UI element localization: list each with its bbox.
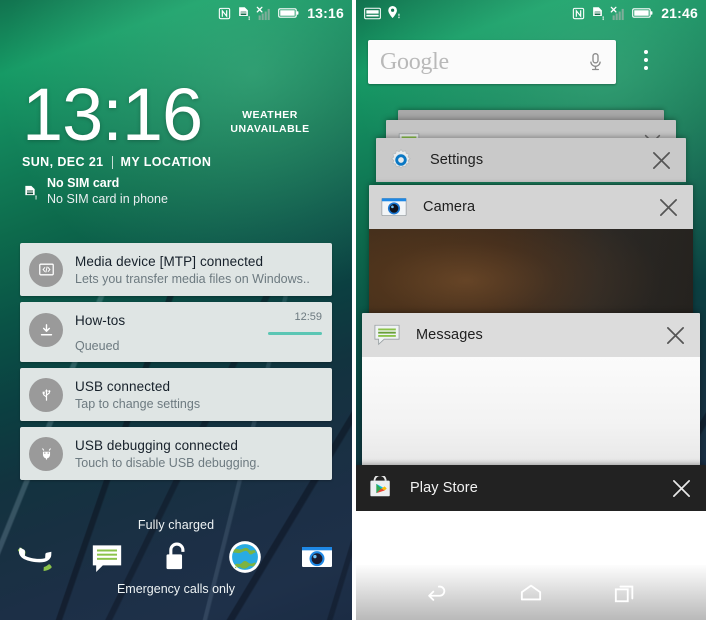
recent-apps-stack: Settings Camera Messages Play Store: [356, 0, 706, 620]
notification-subtitle: Queued: [75, 339, 120, 353]
location-alert-icon: [387, 5, 401, 21]
date-text: SUN, DEC 21: [22, 155, 104, 169]
navigation-bar: [356, 565, 706, 620]
date-number: 21: [88, 155, 104, 169]
notification-time: 12:59: [294, 311, 322, 323]
recents-card-camera[interactable]: Camera: [369, 185, 693, 323]
close-icon[interactable]: [658, 197, 679, 218]
emergency-calls-text[interactable]: Emergency calls only: [0, 582, 352, 596]
right-status-time: 21:46: [661, 5, 698, 21]
location-text: MY LOCATION: [120, 155, 212, 169]
signal-no-service-icon: [256, 6, 273, 21]
google-search-bar[interactable]: Google: [368, 40, 616, 84]
notification-media-device[interactable]: Media device [MTP] connected Lets you tr…: [20, 243, 332, 296]
notification-title: How-tos: [75, 313, 126, 328]
recents-card-title: Camera: [423, 199, 476, 215]
notification-title: Media device [MTP] connected: [75, 253, 264, 269]
sim-alert-icon: [590, 6, 605, 21]
notification-how-tos[interactable]: How-tos Queued 12:59: [20, 302, 332, 362]
messages-icon[interactable]: [87, 537, 127, 577]
battery-status-text: Fully charged: [137, 518, 215, 532]
screenshot-root: 13:16 13:16 WEATHER UNAVAILABLE SUN, DEC…: [0, 0, 706, 620]
recents-card-preview[interactable]: [362, 357, 700, 467]
notification-list: Media device [MTP] connected Lets you tr…: [20, 243, 332, 480]
sim-alert-icon: [236, 6, 251, 21]
sim-subtitle: No SIM card in phone: [47, 192, 168, 206]
media-device-icon: [29, 252, 63, 287]
globe-icon[interactable]: [225, 537, 265, 577]
recents-card-title: Play Store: [410, 480, 478, 496]
download-progress-bar: [268, 332, 322, 335]
recents-card-messages[interactable]: Messages: [362, 313, 700, 467]
left-status-icons: 13:16: [218, 5, 344, 21]
sim-alert-icon: [22, 177, 38, 207]
camera-app-icon: [381, 194, 407, 220]
recents-button[interactable]: [599, 573, 651, 613]
left-status-bar: 13:16: [0, 0, 352, 26]
close-icon[interactable]: [651, 150, 672, 171]
recents-card-title: Settings: [430, 152, 484, 168]
lock-icon[interactable]: [159, 538, 193, 576]
recents-card-preview[interactable]: [369, 229, 693, 323]
nfc-icon: [218, 7, 231, 20]
download-icon: [29, 313, 63, 347]
no-sim-notice: No SIM card No SIM card in phone: [22, 176, 168, 207]
overflow-menu-icon[interactable]: [644, 50, 648, 70]
settings-gear-icon: [388, 147, 414, 173]
notification-subtitle: Lets you transfer media files on Windows…: [75, 271, 310, 286]
notification-subtitle: Tap to change settings: [75, 396, 201, 411]
lockscreen-date-location: SUN, DEC 21 MY LOCATION: [22, 155, 211, 169]
lockscreen-clock: 13:16: [22, 73, 203, 156]
left-phone-lockscreen: 13:16 13:16 WEATHER UNAVAILABLE SUN, DEC…: [0, 0, 352, 620]
notification-subtitle: Touch to disable USB debugging.: [75, 455, 260, 470]
nfc-icon: [572, 7, 585, 20]
battery-full-icon: [632, 7, 653, 19]
signal-no-service-icon: [610, 6, 627, 21]
recents-card-settings[interactable]: Settings: [376, 138, 686, 184]
close-icon[interactable]: [671, 478, 692, 499]
microphone-icon[interactable]: [587, 52, 604, 72]
right-status-icons-left: [364, 5, 401, 21]
recents-card-title: Messages: [416, 327, 483, 343]
keyboard-icon: [364, 7, 381, 20]
left-status-time: 13:16: [307, 5, 344, 21]
battery-full-icon: [278, 7, 299, 19]
play-store-icon: [368, 475, 394, 501]
notification-title: USB connected: [75, 378, 171, 394]
back-button[interactable]: [411, 573, 463, 613]
android-debug-icon: [29, 436, 63, 471]
weather-widget[interactable]: WEATHER UNAVAILABLE: [210, 108, 330, 136]
phone-icon[interactable]: [15, 537, 55, 577]
usb-icon: [29, 377, 63, 412]
home-button[interactable]: [505, 573, 557, 613]
right-phone-recents: 21:46 Google Settings Camera Messages Pl…: [356, 0, 706, 620]
notification-usb-debugging[interactable]: USB debugging connected Touch to disable…: [20, 427, 332, 480]
notification-usb-connected[interactable]: USB connected Tap to change settings: [20, 368, 332, 421]
lockscreen-shortcuts: [0, 534, 352, 580]
right-status-bar: 21:46: [356, 0, 706, 26]
messages-app-icon: [374, 322, 400, 348]
close-icon[interactable]: [665, 325, 686, 346]
weather-line-2: UNAVAILABLE: [230, 123, 310, 135]
right-status-icons-right: 21:46: [572, 5, 698, 21]
notification-title: USB debugging connected: [75, 437, 238, 453]
weather-line-1: WEATHER: [242, 109, 298, 121]
camera-icon[interactable]: [297, 537, 337, 577]
sim-title: No SIM card: [47, 176, 120, 190]
google-logo: Google: [380, 48, 449, 75]
date-divider: [111, 155, 113, 169]
